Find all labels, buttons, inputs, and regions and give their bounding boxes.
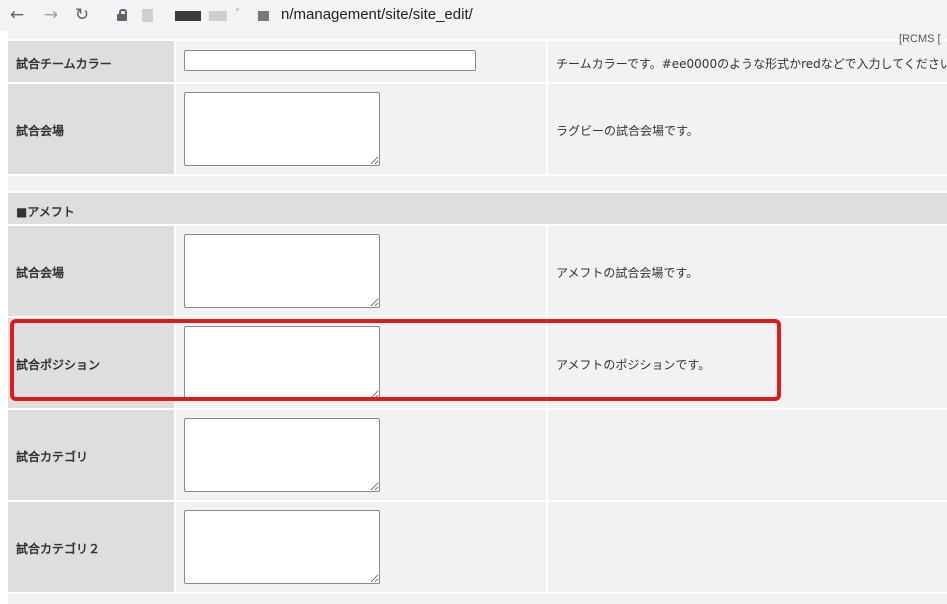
row-divider xyxy=(8,176,947,191)
field-label: 試合会場 xyxy=(16,266,65,280)
field-label-cell: 試合カテゴリ xyxy=(8,410,174,500)
field-input-cell xyxy=(176,226,546,316)
field-input-cell xyxy=(176,410,546,500)
field-description-cell: アメフトのポジションです。 xyxy=(548,318,947,408)
field-description-cell: チームカラーです。#ee0000のような形式かredなどで入力してください xyxy=(548,41,947,82)
field-description-cell: ラグビーの試合会場です。 xyxy=(548,84,947,174)
field-input-cell xyxy=(176,41,546,82)
field-label: 試合チームカラー xyxy=(16,57,112,71)
team-color-input[interactable] xyxy=(184,50,476,71)
field-label: 試合ポジション xyxy=(16,358,101,372)
arrow-right-icon[interactable]: → xyxy=(41,5,61,25)
field-label: 試合カテゴリ２ xyxy=(16,542,101,556)
section-header: ■アメフト xyxy=(8,193,947,224)
redacted-url-part xyxy=(209,11,227,21)
reload-icon[interactable]: ↻ xyxy=(72,5,92,25)
field-label-cell: 試合ポジション xyxy=(8,318,174,408)
field-description: チームカラーです。#ee0000のような形式かredなどで入力してください xyxy=(556,57,947,71)
field-description-cell: アメフトの試合会場です。 xyxy=(548,226,947,316)
football-category-textarea[interactable] xyxy=(184,418,380,492)
field-label-cell: 試合チームカラー xyxy=(8,41,174,82)
browser-toolbar: ← → ↻ n/management/site/site_edit/ xyxy=(0,0,947,32)
row-divider xyxy=(8,31,947,39)
redacted-url-part xyxy=(236,8,239,11)
field-description-cell xyxy=(548,502,947,592)
field-description-cell xyxy=(548,410,947,500)
address-bar-url[interactable]: n/management/site/site_edit/ xyxy=(281,6,473,23)
lock-icon[interactable] xyxy=(117,9,127,21)
football-position-textarea[interactable] xyxy=(184,326,380,400)
football-category2-textarea[interactable] xyxy=(184,510,380,584)
field-label: 試合カテゴリ xyxy=(16,450,89,464)
field-description: ラグビーの試合会場です。 xyxy=(556,124,699,138)
site-edit-form: 試合チームカラー チームカラーです。#ee0000のような形式かredなどで入力… xyxy=(0,31,947,604)
field-label-cell: 試合会場 xyxy=(8,84,174,174)
redacted-url-part xyxy=(175,11,201,21)
redacted-url-part xyxy=(142,9,153,22)
field-description: アメフトのポジションです。 xyxy=(556,358,711,372)
field-label-cell: 試合会場 xyxy=(8,226,174,316)
football-venue-textarea[interactable] xyxy=(184,234,380,308)
row-divider xyxy=(8,594,947,604)
rugby-venue-textarea[interactable] xyxy=(184,92,380,166)
field-input-cell xyxy=(176,318,546,408)
field-input-cell xyxy=(176,84,546,174)
arrow-left-icon[interactable]: ← xyxy=(7,5,27,25)
section-title: ■アメフト xyxy=(16,205,75,219)
redacted-url-part xyxy=(258,11,269,21)
rcms-label: [RCMS [ xyxy=(899,33,941,45)
field-input-cell xyxy=(176,502,546,592)
field-label: 試合会場 xyxy=(16,124,65,138)
field-description: アメフトの試合会場です。 xyxy=(556,266,699,280)
field-label-cell: 試合カテゴリ２ xyxy=(8,502,174,592)
